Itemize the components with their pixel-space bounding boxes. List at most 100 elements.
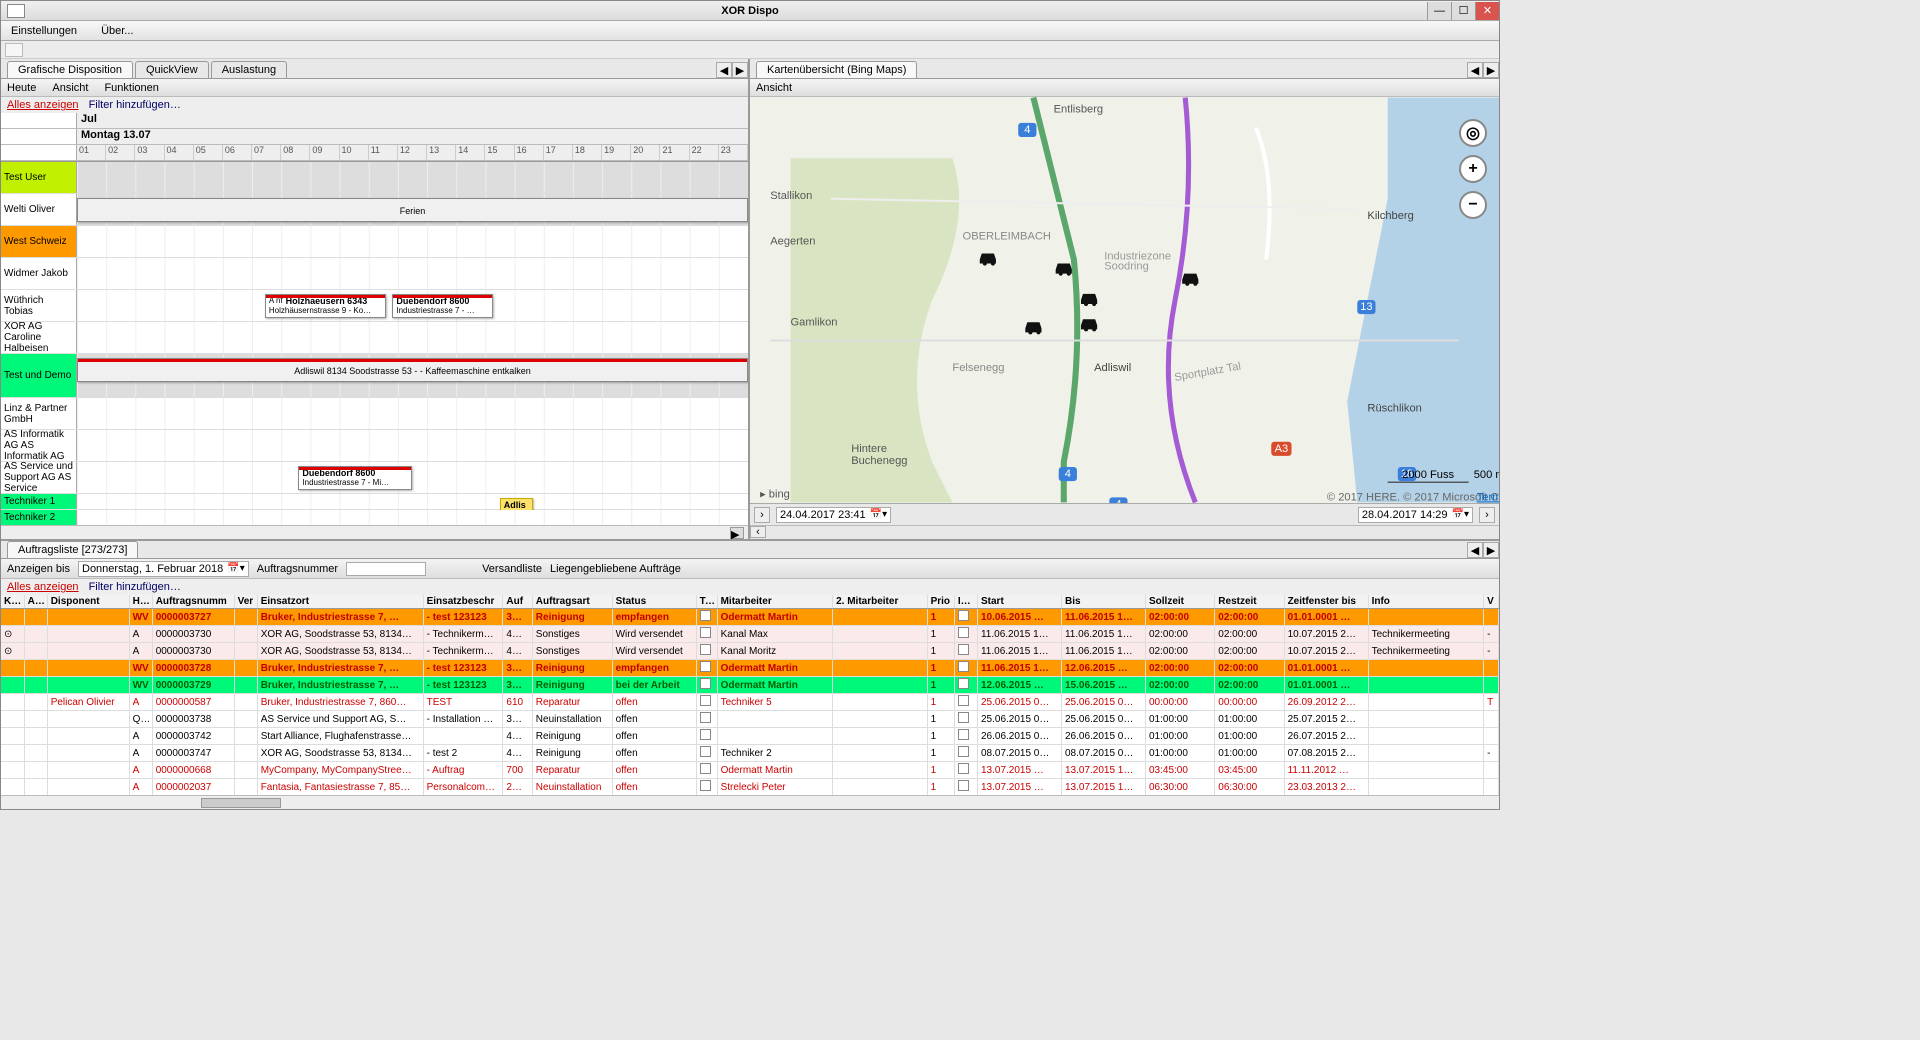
order-table-wrap[interactable]: KopAbhDisponentHerAuftragsnummVerEinsatz… — [1, 595, 1499, 795]
map-zoom-out-icon[interactable]: − — [1459, 191, 1487, 219]
checkbox[interactable] — [700, 729, 711, 740]
gantt-resource-name[interactable]: XOR AG Caroline Halbeisen — [1, 322, 77, 353]
date-to-input[interactable]: 28.04.2017 14:29 📅▾ — [1358, 507, 1473, 523]
close-button[interactable]: ✕ — [1475, 2, 1499, 20]
gantt-lane[interactable] — [77, 162, 748, 193]
gantt-lane[interactable] — [77, 398, 748, 429]
gantt-resource-name[interactable]: AS Service und Support AG AS Service — [1, 462, 77, 493]
map-zoom-in-icon[interactable]: + — [1459, 155, 1487, 183]
link-leftover-orders[interactable]: Liegengebliebene Aufträge — [550, 563, 681, 575]
table-row[interactable]: WV0000003727Bruker, Industriestrasse 7, … — [1, 609, 1499, 626]
column-header[interactable]: Abh — [24, 595, 47, 609]
gantt-resource-name[interactable]: Test User — [1, 162, 77, 193]
column-header[interactable]: 2. Mitarbeiter — [833, 595, 928, 609]
gantt-resource-name[interactable]: Linz & Partner GmbH — [1, 398, 77, 429]
table-row[interactable]: A0000003747XOR AG, Soodstrasse 53, 8134…… — [1, 745, 1499, 762]
tab-grafische-disposition[interactable]: Grafische Disposition — [7, 61, 133, 78]
submenu-functions[interactable]: Funktionen — [104, 82, 158, 94]
table-row[interactable]: A0000003742Start Alliance, Flughafenstra… — [1, 728, 1499, 745]
checkbox[interactable] — [958, 627, 969, 638]
column-header[interactable]: Im Aut — [954, 595, 977, 609]
column-header[interactable]: Zeitfenster bis — [1284, 595, 1368, 609]
gantt-resource-name[interactable]: Test und Demo — [1, 354, 77, 397]
checkbox[interactable] — [700, 678, 711, 689]
checkbox[interactable] — [958, 780, 969, 791]
bottom-filter-add[interactable]: Filter hinzufügen… — [89, 581, 181, 593]
column-header[interactable]: Auftragsart — [532, 595, 612, 609]
date-from-input[interactable]: 24.04.2017 23:41 📅▾ — [776, 507, 891, 523]
checkbox[interactable] — [958, 712, 969, 723]
gantt-lane[interactable]: Ferien — [77, 194, 748, 225]
column-header[interactable]: V — [1484, 595, 1499, 609]
checkbox[interactable] — [958, 729, 969, 740]
calendar-icon[interactable]: 📅▾ — [227, 563, 244, 574]
bottom-tab-nav-left-icon[interactable]: ◀ — [1467, 542, 1483, 558]
gantt-resource-name[interactable]: Widmer Jakob — [1, 258, 77, 289]
column-header[interactable]: Sollzeit — [1145, 595, 1214, 609]
filter-show-all[interactable]: Alles anzeigen — [7, 99, 79, 111]
gantt-bar[interactable]: Duebendorf 8600Industriestrasse 7 - Mi… — [298, 466, 412, 490]
table-row[interactable]: A0000000668MyCompany, MyCompanyStree…- A… — [1, 762, 1499, 779]
minimize-button[interactable]: — — [1427, 2, 1451, 20]
tab-map-overview[interactable]: Kartenübersicht (Bing Maps) — [756, 61, 917, 78]
submenu-view[interactable]: Ansicht — [52, 82, 88, 94]
table-row[interactable]: WV0000003728Bruker, Industriestrasse 7, … — [1, 660, 1499, 677]
gantt-resource-name[interactable]: Techniker 1 — [1, 494, 77, 509]
order-number-input[interactable] — [346, 562, 426, 576]
checkbox[interactable] — [700, 610, 711, 621]
checkbox[interactable] — [958, 661, 969, 672]
column-header[interactable]: Ver — [234, 595, 257, 609]
tab-nav-left-icon[interactable]: ◀ — [716, 62, 732, 78]
checkbox[interactable] — [700, 661, 711, 672]
date-from-prev-icon[interactable]: › — [754, 507, 770, 523]
table-row[interactable]: ⊙A0000003730XOR AG, Soodstrasse 53, 8134… — [1, 643, 1499, 660]
gantt-bar[interactable]: Ferien — [77, 198, 748, 222]
checkbox[interactable] — [958, 644, 969, 655]
gantt-h-scrollbar[interactable]: ▶ — [1, 525, 748, 539]
gantt-body[interactable]: Test UserWelti OliverFerienWest SchweizW… — [1, 162, 748, 539]
filter-add[interactable]: Filter hinzufügen… — [89, 99, 181, 111]
gantt-lane[interactable]: A nfHolzhaeusern 6343Holzhäusernstrasse … — [77, 290, 748, 321]
column-header[interactable]: Her — [129, 595, 152, 609]
gantt-resource-name[interactable]: AS Informatik AG AS Informatik AG — [1, 430, 77, 461]
gantt-lane[interactable]: Adlis wil… — [77, 494, 748, 509]
toolbar-icon[interactable] — [5, 43, 23, 57]
column-header[interactable]: Auftragsnumm — [152, 595, 234, 609]
calendar-icon[interactable]: 📅▾ — [870, 509, 887, 520]
date-to-next-icon[interactable]: › — [1479, 507, 1495, 523]
checkbox[interactable] — [958, 678, 969, 689]
bottom-h-scrollbar[interactable] — [1, 795, 1499, 809]
submenu-today[interactable]: Heute — [7, 82, 36, 94]
checkbox[interactable] — [958, 610, 969, 621]
checkbox[interactable] — [958, 746, 969, 757]
gantt-bar[interactable]: Adliswil 8134 Soodstrasse 53 - - Kaffeem… — [77, 358, 748, 382]
gantt-lane[interactable] — [77, 322, 748, 353]
tab-quickview[interactable]: QuickView — [135, 61, 209, 78]
column-header[interactable]: Bis — [1061, 595, 1145, 609]
checkbox[interactable] — [700, 695, 711, 706]
date-range-prev-icon[interactable]: ‹ — [750, 526, 766, 538]
column-header[interactable]: Disponent — [47, 595, 129, 609]
map-tab-nav-left-icon[interactable]: ◀ — [1467, 62, 1483, 78]
map-area[interactable]: Entlisberg Stallikon Aegerten Gamlikon O… — [750, 97, 1499, 503]
column-header[interactable]: Mitarbeiter — [717, 595, 833, 609]
gantt-bar[interactable]: A nfHolzhaeusern 6343Holzhäusernstrasse … — [265, 294, 386, 318]
table-row[interactable]: ⊙A0000003730XOR AG, Soodstrasse 53, 8134… — [1, 626, 1499, 643]
link-versandliste[interactable]: Versandliste — [482, 563, 542, 575]
gantt-resource-name[interactable]: Techniker 2 — [1, 510, 77, 525]
checkbox[interactable] — [700, 644, 711, 655]
checkbox[interactable] — [700, 627, 711, 638]
tab-order-list[interactable]: Auftragsliste [273/273] — [7, 541, 138, 558]
menu-settings[interactable]: Einstellungen — [5, 23, 83, 39]
checkbox[interactable] — [958, 763, 969, 774]
column-header[interactable]: Kop — [1, 595, 24, 609]
map-locate-icon[interactable]: ◎ — [1459, 119, 1487, 147]
column-header[interactable]: Info — [1368, 595, 1484, 609]
column-header[interactable]: Tel. — [696, 595, 717, 609]
tab-auslastung[interactable]: Auslastung — [211, 61, 287, 78]
column-header[interactable]: Start — [977, 595, 1061, 609]
gantt-lane[interactable] — [77, 226, 748, 257]
gantt-resource-name[interactable]: West Schweiz — [1, 226, 77, 257]
column-header[interactable]: Prio — [927, 595, 954, 609]
tab-nav-right-icon[interactable]: ▶ — [732, 62, 748, 78]
